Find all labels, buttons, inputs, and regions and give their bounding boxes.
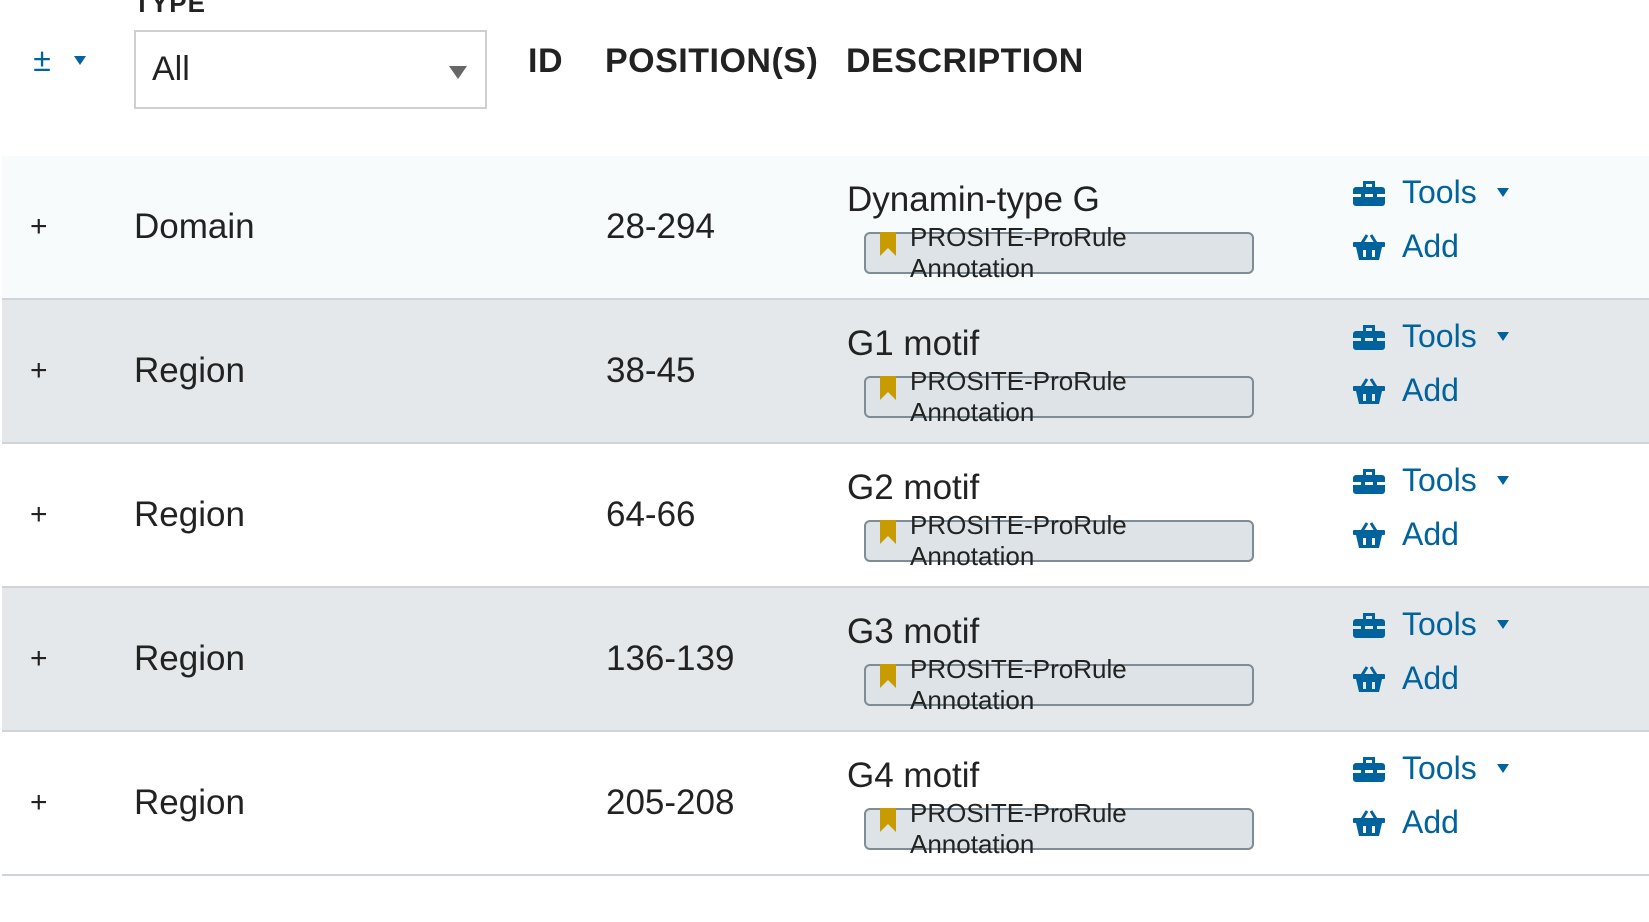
chevron-down-icon <box>449 66 467 79</box>
row-expand-button[interactable]: + <box>30 498 48 532</box>
basket-icon <box>1352 233 1386 261</box>
table-row: + Domain 28-294 Dynamin-type G PROSITE-P… <box>2 156 1649 300</box>
add-to-basket-button[interactable]: Add <box>1352 804 1459 841</box>
basket-icon <box>1352 809 1386 837</box>
expand-all-toggle[interactable]: ± <box>28 44 86 76</box>
evidence-label: PROSITE-ProRule Annotation <box>910 366 1127 427</box>
row-expand-button[interactable]: + <box>30 354 48 388</box>
feature-type: Region <box>134 495 245 534</box>
table-row: + Region 38-45 G1 motif PROSITE-ProRule … <box>2 300 1649 444</box>
evidence-label: PROSITE-ProRule Annotation <box>910 798 1127 859</box>
id-column-header: ID <box>528 42 563 80</box>
add-label: Add <box>1402 660 1459 696</box>
evidence-tag[interactable]: PROSITE-ProRule Annotation <box>864 654 1254 715</box>
feature-positions: 205-208 <box>606 783 735 822</box>
feature-description: G3 motif <box>847 612 980 651</box>
tools-label: Tools <box>1402 174 1477 210</box>
feature-type: Region <box>134 639 245 678</box>
type-filter-select[interactable]: All <box>134 30 487 109</box>
table-row: + Region 64-66 G2 motif PROSITE-ProRule … <box>2 444 1649 588</box>
feature-positions: 136-139 <box>606 639 735 678</box>
tools-dropdown[interactable]: Tools <box>1352 318 1509 355</box>
feature-description: Dynamin-type G <box>847 180 1100 219</box>
features-table: + Domain 28-294 Dynamin-type G PROSITE-P… <box>2 156 1649 876</box>
evidence-label: PROSITE-ProRule Annotation <box>910 654 1127 715</box>
tools-label: Tools <box>1402 318 1477 354</box>
tools-label: Tools <box>1402 750 1477 786</box>
add-to-basket-button[interactable]: Add <box>1352 660 1459 697</box>
toolbox-icon <box>1352 467 1386 495</box>
tools-dropdown[interactable]: Tools <box>1352 462 1509 499</box>
toolbox-icon <box>1352 611 1386 639</box>
description-column-header: DESCRIPTION <box>846 42 1084 80</box>
feature-description: G1 motif <box>847 324 980 363</box>
row-expand-button[interactable]: + <box>30 786 48 820</box>
table-row: + Region 136-139 G3 motif PROSITE-ProRul… <box>2 588 1649 732</box>
caret-down-icon <box>1496 764 1509 773</box>
tools-dropdown[interactable]: Tools <box>1352 606 1509 643</box>
caret-down-icon <box>1496 476 1509 485</box>
feature-positions: 64-66 <box>606 495 696 534</box>
row-expand-button[interactable]: + <box>30 210 48 244</box>
add-label: Add <box>1402 228 1459 264</box>
evidence-tag[interactable]: PROSITE-ProRule Annotation <box>864 510 1254 571</box>
toolbox-icon <box>1352 179 1386 207</box>
caret-down-icon <box>1496 188 1509 197</box>
toolbox-icon <box>1352 755 1386 783</box>
add-to-basket-button[interactable]: Add <box>1352 372 1459 409</box>
bookmark-icon <box>880 520 896 544</box>
tools-label: Tools <box>1402 462 1477 498</box>
evidence-tag[interactable]: PROSITE-ProRule Annotation <box>864 798 1254 859</box>
feature-positions: 38-45 <box>606 351 696 390</box>
plus-minus-icon: ± <box>33 42 51 78</box>
tools-label: Tools <box>1402 606 1477 642</box>
tools-dropdown[interactable]: Tools <box>1352 750 1509 787</box>
tools-dropdown[interactable]: Tools <box>1352 174 1509 211</box>
caret-down-icon <box>1496 620 1509 629</box>
add-label: Add <box>1402 372 1459 408</box>
add-label: Add <box>1402 804 1459 840</box>
bookmark-icon <box>880 232 896 256</box>
caret-down-icon <box>1496 332 1509 341</box>
evidence-tag[interactable]: PROSITE-ProRule Annotation <box>864 366 1254 427</box>
add-to-basket-button[interactable]: Add <box>1352 516 1459 553</box>
caret-down-icon <box>74 55 86 65</box>
positions-column-header: POSITION(S) <box>605 42 819 80</box>
table-row: + Region 205-208 G4 motif PROSITE-ProRul… <box>2 732 1649 876</box>
bookmark-icon <box>880 808 896 832</box>
type-filter-value: All <box>152 50 190 88</box>
toolbox-icon <box>1352 323 1386 351</box>
evidence-label: PROSITE-ProRule Annotation <box>910 510 1127 571</box>
evidence-label: PROSITE-ProRule Annotation <box>910 222 1127 283</box>
type-column-label: TYPE <box>134 0 206 18</box>
bookmark-icon <box>880 664 896 688</box>
feature-description: G2 motif <box>847 468 980 507</box>
feature-type: Region <box>134 351 245 390</box>
feature-positions: 28-294 <box>606 207 715 246</box>
row-expand-button[interactable]: + <box>30 642 48 676</box>
bookmark-icon <box>880 376 896 400</box>
add-label: Add <box>1402 516 1459 552</box>
feature-type: Region <box>134 783 245 822</box>
basket-icon <box>1352 377 1386 405</box>
evidence-tag[interactable]: PROSITE-ProRule Annotation <box>864 222 1254 283</box>
add-to-basket-button[interactable]: Add <box>1352 228 1459 265</box>
feature-description: G4 motif <box>847 756 980 795</box>
feature-type: Domain <box>134 207 255 246</box>
basket-icon <box>1352 665 1386 693</box>
basket-icon <box>1352 521 1386 549</box>
